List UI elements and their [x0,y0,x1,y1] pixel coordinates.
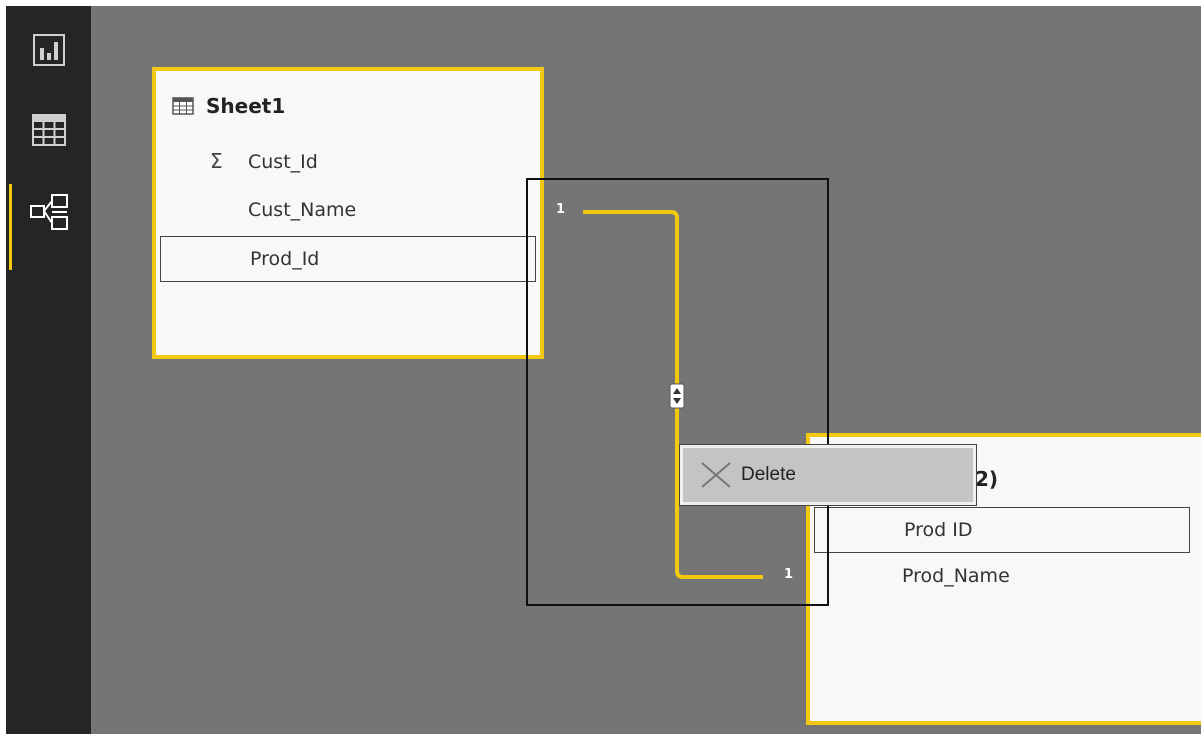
delete-menu-item[interactable]: Delete [683,448,973,502]
relationship-canvas[interactable]: Sheet1 Σ Cust_Id Cust_Name Prod_Id 2) Pr… [91,6,1201,734]
view-sidebar [6,6,91,734]
data-view-button[interactable] [6,104,91,160]
table-grid-icon [31,113,67,151]
delete-label: Delete [741,464,796,485]
report-view-button[interactable] [6,24,91,80]
bar-chart-icon [32,33,66,71]
close-x-icon [699,460,733,490]
context-menu: Delete [679,444,977,506]
selection-rectangle [526,178,829,606]
relationships-view-button[interactable] [6,184,91,270]
app-window: Sheet1 Σ Cust_Id Cust_Name Prod_Id 2) Pr… [6,6,1201,734]
relationship-diagram-icon [29,193,69,235]
